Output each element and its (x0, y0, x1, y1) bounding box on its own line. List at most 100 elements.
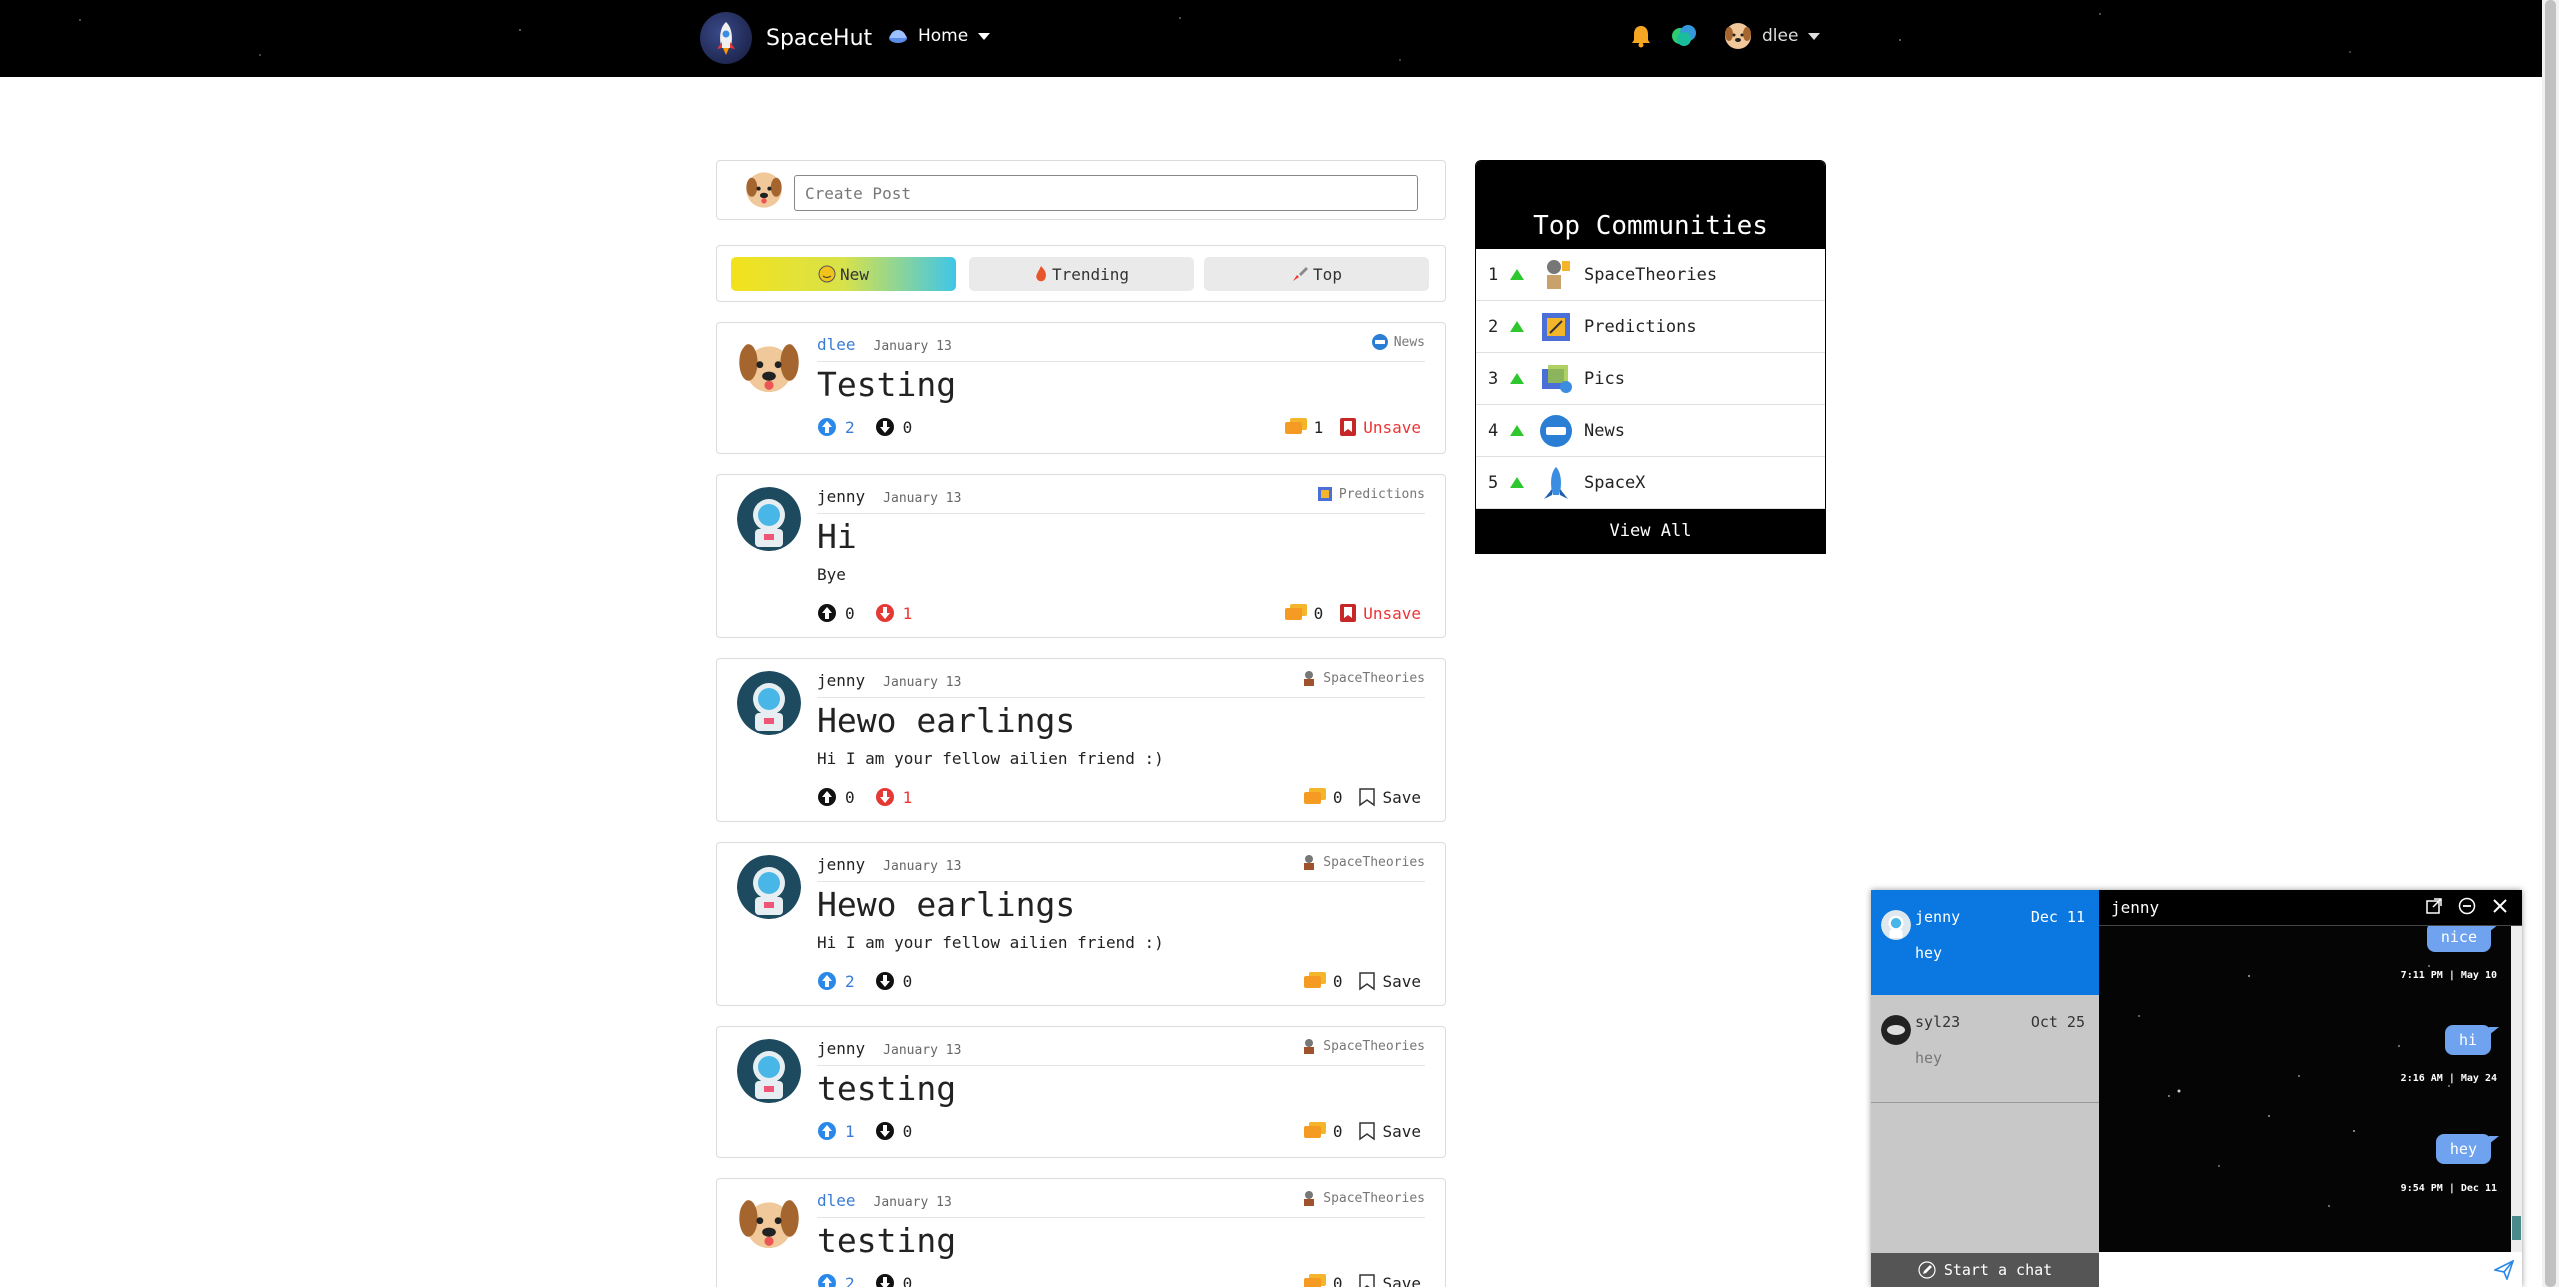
chat-bubbles-icon[interactable] (1670, 23, 1698, 49)
sort-trending-button[interactable]: Trending (969, 257, 1194, 291)
post-community[interactable]: SpaceTheories (1300, 1189, 1425, 1207)
post-author[interactable]: dlee (817, 335, 856, 354)
comments-icon[interactable] (1284, 603, 1308, 623)
downvote-count: 1 (902, 787, 913, 807)
bookmark-outline-icon[interactable] (1358, 1121, 1376, 1141)
upvote-icon[interactable] (817, 971, 837, 991)
conversation-name: syl23 (1915, 1013, 1961, 1031)
chat-scrollbar[interactable] (2511, 926, 2522, 1252)
avatar[interactable] (737, 335, 801, 399)
downvote-icon[interactable] (875, 603, 895, 623)
message-input[interactable] (2099, 1252, 2522, 1287)
comment-count: 0 (1332, 971, 1343, 991)
bookmark-outline-icon[interactable] (1358, 787, 1376, 807)
post-author[interactable]: jenny (817, 855, 865, 874)
home-dropdown[interactable]: Home (888, 26, 991, 46)
community-item-pics[interactable]: 3 Pics (1476, 353, 1825, 405)
brand-name: SpaceHut (766, 25, 873, 51)
post-community[interactable]: SpaceTheories (1300, 1037, 1425, 1055)
minimize-icon[interactable] (2458, 897, 2476, 915)
save-button[interactable]: Save (1382, 972, 1421, 991)
post-author[interactable]: jenny (817, 1039, 865, 1058)
start-chat-label: Start a chat (1943, 1261, 2053, 1279)
spacex-community-icon (1544, 466, 1568, 499)
conversation-date: Oct 25 (2030, 1013, 2085, 1031)
conversation-item-syl23[interactable]: syl23 Oct 25 hey (1871, 995, 2099, 1100)
downvote-icon[interactable] (875, 1273, 895, 1287)
post-community[interactable]: Predictions (1316, 485, 1425, 503)
community-item-spacex[interactable]: 5 SpaceX (1476, 457, 1825, 509)
close-icon[interactable] (2492, 898, 2508, 914)
conversation-name: jenny (1915, 908, 1961, 926)
sort-new-label: New (840, 264, 869, 284)
create-post-input[interactable]: Create Post (794, 175, 1418, 211)
avatar[interactable] (737, 1039, 801, 1103)
unsave-button[interactable]: Unsave (1363, 604, 1421, 623)
downvote-icon[interactable] (875, 1121, 895, 1141)
brand-link[interactable]: SpaceHut (700, 12, 872, 64)
post-card[interactable]: jenny January 13 SpaceTheories Hewo earl… (716, 658, 1446, 822)
send-icon[interactable] (2494, 1260, 2514, 1280)
avatar (746, 172, 782, 208)
upvote-icon[interactable] (817, 417, 837, 437)
upvote-icon[interactable] (817, 603, 837, 623)
post-title[interactable]: testing (817, 1221, 956, 1260)
downvote-icon[interactable] (875, 971, 895, 991)
post-card[interactable]: jenny January 13 SpaceTheories testing 1… (716, 1026, 1446, 1158)
message-bubble: hey (2435, 1134, 2500, 1164)
comments-icon[interactable] (1303, 1121, 1327, 1141)
post-community[interactable]: News (1371, 333, 1425, 351)
user-dropdown[interactable]: dlee (1724, 22, 1821, 50)
post-author[interactable]: jenny (817, 671, 865, 690)
comments-icon[interactable] (1303, 787, 1327, 807)
community-item-news[interactable]: 4 News (1476, 405, 1825, 457)
avatar[interactable] (737, 855, 801, 919)
post-card[interactable]: jenny January 13 Predictions Hi Bye 0 1 … (716, 474, 1446, 638)
community-item-predictions[interactable]: 2 Predictions (1476, 301, 1825, 353)
avatar[interactable] (737, 487, 801, 551)
post-card[interactable]: dlee January 13 SpaceTheories testing 2 … (716, 1178, 1446, 1287)
unsave-button[interactable]: Unsave (1363, 418, 1421, 437)
sort-new-button[interactable]: New (731, 257, 956, 291)
save-button[interactable]: Save (1382, 1122, 1421, 1141)
post-title[interactable]: testing (817, 1069, 956, 1108)
bookmark-icon[interactable] (1339, 417, 1357, 437)
post-community[interactable]: SpaceTheories (1300, 853, 1425, 871)
external-link-icon[interactable] (2426, 898, 2442, 914)
post-title[interactable]: Testing (817, 365, 956, 404)
post-card[interactable]: dlee January 13 News Testing 2 0 1 Unsav… (716, 322, 1446, 454)
post-title[interactable]: Hewo earlings (817, 885, 1075, 924)
post-author[interactable]: jenny (817, 487, 865, 506)
bookmark-outline-icon[interactable] (1358, 971, 1376, 991)
conversation-item-jenny[interactable]: jenny Dec 11 hey (1871, 890, 2099, 995)
downvote-icon[interactable] (875, 787, 895, 807)
chat-title: jenny (2111, 898, 2160, 917)
comments-icon[interactable] (1303, 1273, 1327, 1287)
avatar (1725, 23, 1751, 49)
start-chat-button[interactable]: Start a chat (1871, 1253, 2099, 1287)
post-card[interactable]: jenny January 13 SpaceTheories Hewo earl… (716, 842, 1446, 1006)
post-community[interactable]: SpaceTheories (1300, 669, 1425, 687)
post-author[interactable]: dlee (817, 1191, 856, 1210)
upvote-icon[interactable] (817, 787, 837, 807)
divider (817, 881, 1425, 882)
sort-top-button[interactable]: Top (1204, 257, 1429, 291)
bell-icon[interactable] (1630, 24, 1652, 48)
community-item-spacetheories[interactable]: 1 SpaceTheories (1476, 249, 1825, 301)
upvote-icon[interactable] (817, 1121, 837, 1141)
comments-icon[interactable] (1303, 971, 1327, 991)
page-scrollbar[interactable] (2542, 0, 2559, 1287)
chevron-down-icon (1808, 32, 1821, 40)
comments-icon[interactable] (1284, 417, 1308, 437)
upvote-icon[interactable] (817, 1273, 837, 1287)
post-title[interactable]: Hi (817, 517, 857, 556)
avatar[interactable] (737, 671, 801, 735)
downvote-icon[interactable] (875, 417, 895, 437)
bookmark-outline-icon[interactable] (1358, 1273, 1376, 1287)
view-all-button[interactable]: View All (1476, 509, 1825, 553)
save-button[interactable]: Save (1382, 1274, 1421, 1287)
avatar[interactable] (737, 1191, 801, 1255)
post-title[interactable]: Hewo earlings (817, 701, 1075, 740)
save-button[interactable]: Save (1382, 788, 1421, 807)
bookmark-icon[interactable] (1339, 603, 1357, 623)
